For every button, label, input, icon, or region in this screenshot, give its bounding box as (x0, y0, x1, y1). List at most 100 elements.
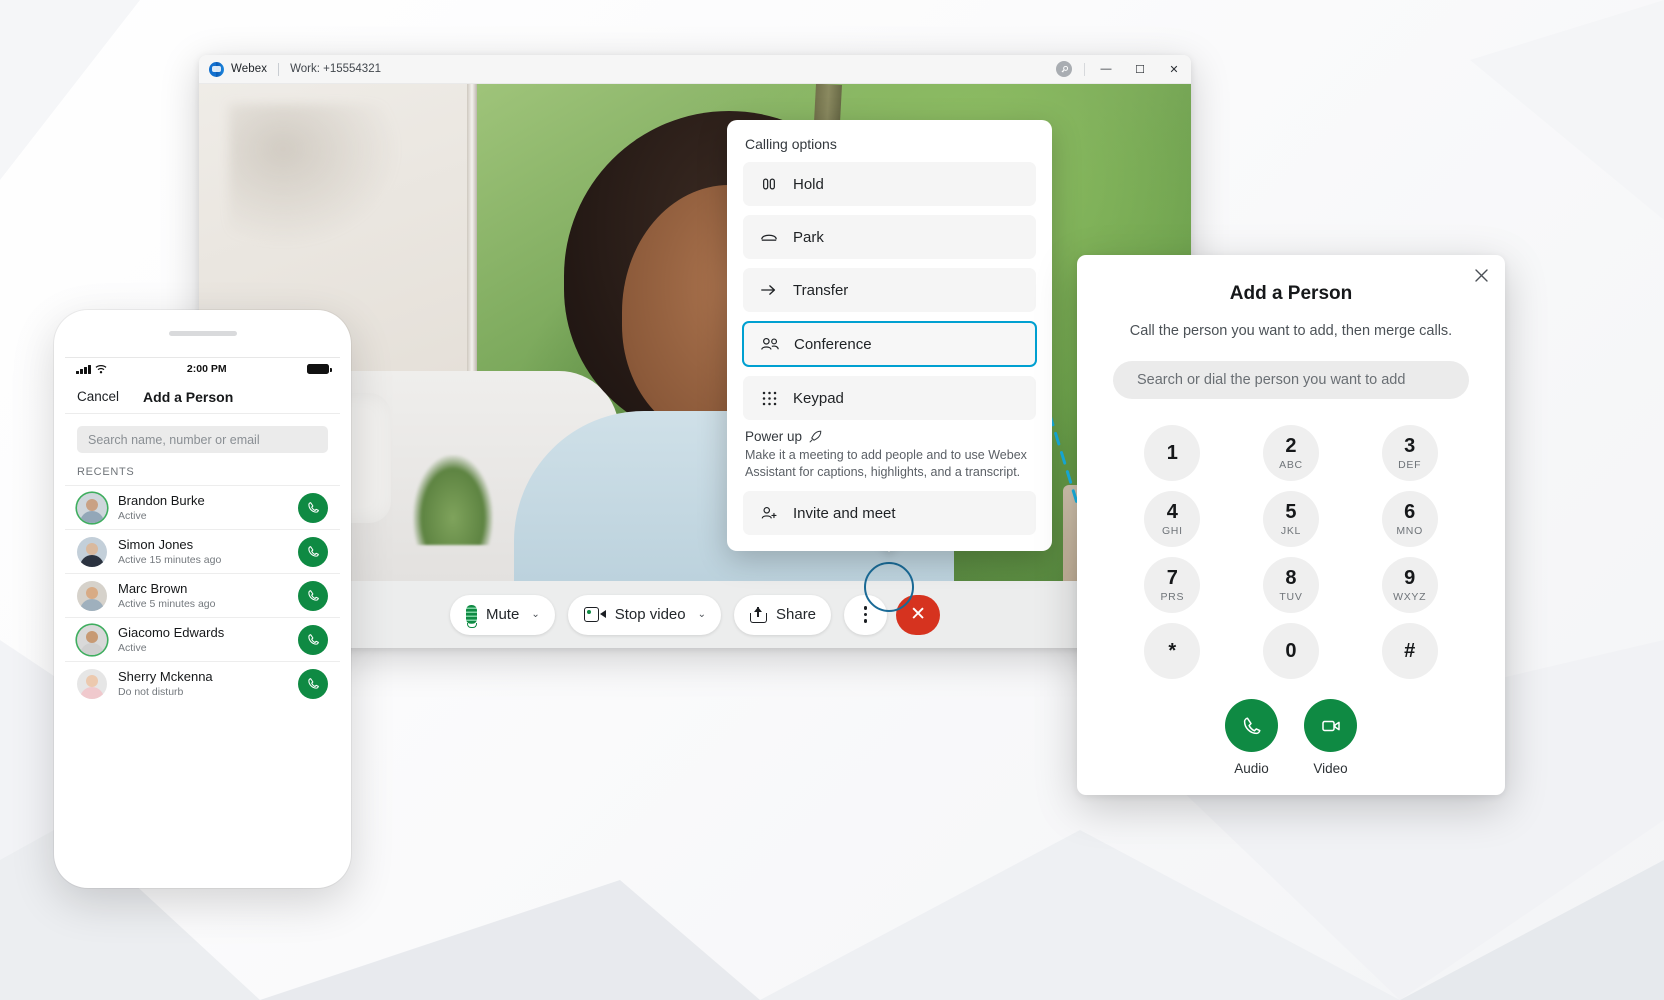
phone-handset-icon (307, 678, 319, 689)
list-item[interactable]: Marc Brown Active 5 minutes ago (65, 573, 340, 617)
power-up-heading: Power up (745, 429, 1034, 444)
call-contact-button[interactable] (298, 580, 328, 611)
cancel-button[interactable]: Cancel (77, 389, 119, 404)
contact-name: Marc Brown (118, 580, 188, 596)
stop-video-button[interactable]: Stop video ⌄ (567, 594, 721, 635)
calling-options-title: Calling options (745, 136, 837, 152)
wall-shadow (229, 104, 409, 254)
keypad-key-4[interactable]: 4 GHI (1144, 491, 1201, 547)
keypad-digit: 2 (1285, 434, 1297, 457)
dialog-subtitle: Call the person you want to add, then me… (1129, 323, 1453, 339)
keypad-key-1[interactable]: 1 (1144, 425, 1201, 481)
close-icon[interactable] (1470, 264, 1492, 286)
microphone-icon (465, 605, 478, 628)
contact-info: Brandon Burke Active (118, 493, 287, 522)
calling-option-keypad[interactable]: Keypad (743, 376, 1036, 420)
calling-option-transfer[interactable]: Transfer (743, 268, 1036, 312)
keypad-key-0[interactable]: 0 (1262, 623, 1319, 679)
minimize-button[interactable]: — (1089, 55, 1123, 84)
calling-option-label: Park (793, 228, 824, 246)
rocket-icon (808, 429, 823, 444)
keypad-key-9[interactable]: 9 WXYZ (1381, 557, 1438, 613)
video-call-button[interactable]: Video (1304, 699, 1357, 776)
contact-status: Active (118, 510, 147, 523)
dialog-title: Add a Person (1229, 283, 1353, 304)
calling-option-label: Keypad (793, 389, 844, 407)
contact-status: Do not disturb (118, 686, 184, 699)
calling-option-conference[interactable]: Conference (742, 321, 1037, 367)
keypad-key-6[interactable]: 6 MNO (1381, 491, 1438, 547)
calling-option-hold[interactable]: Hold (743, 162, 1036, 206)
audio-call-button[interactable]: Audio (1225, 699, 1278, 776)
call-contact-button[interactable] (298, 624, 328, 655)
dial-keypad: 1 2 ABC 3 DEF 4 GHI 5 JKL 6 MNO 7 PRS 8 TUV 9 WX… (1113, 425, 1469, 679)
share-button[interactable]: Share (734, 594, 832, 635)
conference-people-icon (760, 336, 780, 352)
call-action-buttons: Audio Video (1113, 699, 1469, 776)
stop-video-chevron-down-icon[interactable]: ⌄ (698, 609, 706, 620)
keypad-key-star[interactable]: * (1144, 623, 1201, 679)
keypad-digit: 1 (1166, 442, 1178, 464)
phone-handset-icon (307, 546, 319, 557)
mobile-status-bar: 2:00 PM (65, 358, 340, 380)
call-contact-button[interactable] (298, 536, 328, 567)
keypad-key-5[interactable]: 5 JKL (1262, 491, 1319, 547)
search-input[interactable]: Search or dial the person you want to ad… (1113, 361, 1469, 399)
calling-option-invite-and-meet[interactable]: Invite and meet (743, 491, 1036, 536)
keypad-digit: 8 (1285, 566, 1297, 589)
add-person-icon (759, 505, 779, 521)
mobile-nav-bar: Cancel Add a Person (65, 380, 340, 414)
webex-logo-icon (209, 61, 224, 77)
more-options-button[interactable] (844, 594, 888, 635)
list-item[interactable]: Giacomo Edwards Active (65, 617, 340, 661)
keypad-key-8[interactable]: 8 TUV (1262, 557, 1319, 613)
mute-chevron-down-icon[interactable]: ⌄ (531, 609, 539, 620)
list-item[interactable]: Sherry Mckenna Do not disturb (65, 661, 340, 705)
phone-screen: 2:00 PM Cancel Add a Person Search name,… (65, 357, 340, 850)
camera-icon (583, 607, 606, 622)
calling-option-label: Transfer (793, 281, 849, 299)
keypad-letters: GHI (1161, 524, 1183, 537)
call-contact-button[interactable] (298, 668, 328, 699)
more-options-icon (863, 606, 868, 623)
call-contact-button[interactable] (298, 492, 328, 523)
keypad-digit: 3 (1404, 434, 1416, 457)
stop-video-label: Stop video (614, 606, 686, 623)
keypad-digit: 4 (1166, 500, 1178, 523)
keypad-key-3[interactable]: 3 DEF (1381, 425, 1438, 481)
mute-button[interactable]: Mute ⌄ (449, 594, 555, 635)
avatar (77, 536, 107, 567)
keypad-letters: DEF (1398, 458, 1422, 471)
power-up-description: Make it a meeting to add people and to u… (745, 448, 1027, 479)
contact-name: Simon Jones (118, 536, 194, 552)
keypad-key-hash[interactable]: # (1381, 623, 1438, 679)
signal-bars-icon (76, 364, 91, 374)
end-call-button[interactable]: ✕ (896, 594, 941, 635)
contact-status: Active (118, 642, 147, 655)
audio-call-label: Audio (1234, 761, 1269, 776)
battery-icon (307, 364, 332, 374)
close-window-button[interactable]: ✕ (1157, 55, 1191, 84)
power-up-label: Power up (745, 429, 803, 444)
contact-info: Marc Brown Active 5 minutes ago (118, 581, 287, 610)
calling-option-park[interactable]: Park (743, 215, 1036, 259)
keypad-key-7[interactable]: 7 PRS (1144, 557, 1201, 613)
titlebar-divider (278, 62, 280, 76)
hold-icon (759, 176, 779, 192)
wifi-icon (95, 364, 107, 374)
list-item[interactable]: Brandon Burke Active (65, 485, 340, 529)
mobile-search-input[interactable]: Search name, number or email (77, 426, 328, 453)
window-titlebar: Webex Work: +15554321 — ☐ ✕ (199, 55, 1191, 84)
contact-status: Active 15 minutes ago (118, 554, 222, 567)
mute-label: Mute (485, 606, 520, 623)
maximize-button[interactable]: ☐ (1123, 55, 1157, 84)
keypad-letters: MNO (1396, 524, 1423, 537)
keypad-digit: 9 (1404, 566, 1416, 589)
contact-name: Giacomo Edwards (118, 624, 225, 640)
list-item[interactable]: Simon Jones Active 15 minutes ago (65, 529, 340, 573)
avatar (77, 668, 107, 699)
window-controls: — ☐ ✕ (1056, 55, 1191, 83)
account-badge-icon[interactable] (1056, 61, 1072, 77)
keypad-key-2[interactable]: 2 ABC (1262, 425, 1319, 481)
phone-speaker-bar (54, 310, 351, 357)
